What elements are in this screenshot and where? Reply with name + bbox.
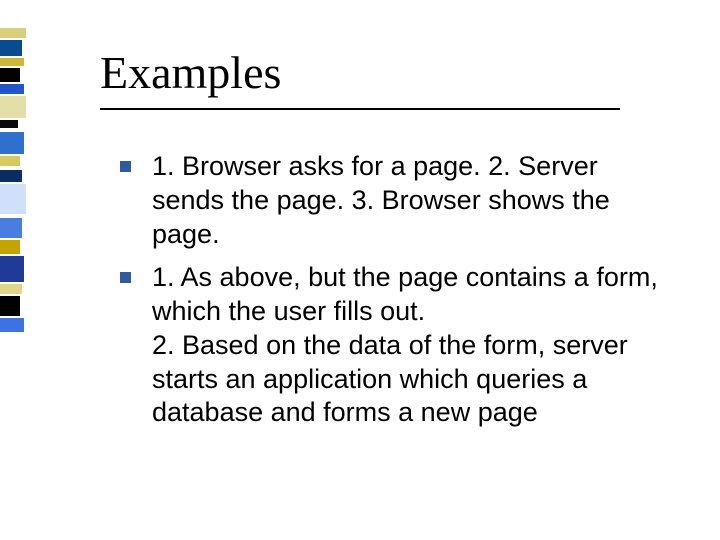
sidebar-block [0, 120, 18, 128]
title-underline [100, 108, 620, 110]
sidebar-block [0, 58, 24, 66]
square-bullet-icon [120, 161, 131, 172]
sidebar-block [0, 132, 24, 154]
list-item-text: 1. As above, but the page contains a for… [152, 262, 658, 427]
sidebar-block [0, 284, 22, 294]
sidebar-block [0, 240, 20, 254]
sidebar-block [0, 156, 20, 166]
sidebar-block [0, 40, 22, 56]
sidebar-block [0, 256, 24, 282]
list-item: 1. Browser asks for a page. 2. Server se… [120, 150, 660, 251]
sidebar-block [0, 96, 26, 118]
slide-title: Examples [100, 46, 281, 99]
sidebar-block [0, 296, 20, 316]
sidebar-block [0, 318, 24, 332]
sidebar-block [0, 28, 26, 38]
decorative-sidebar [0, 0, 30, 540]
slide: Examples 1. Browser asks for a page. 2. … [0, 0, 720, 540]
list-item-text: 1. Browser asks for a page. 2. Server se… [152, 151, 610, 249]
square-bullet-icon [120, 272, 131, 283]
sidebar-block [0, 184, 26, 214]
sidebar-block [0, 68, 20, 82]
slide-body: 1. Browser asks for a page. 2. Server se… [120, 150, 660, 440]
sidebar-block [0, 218, 22, 238]
sidebar-block [0, 84, 24, 94]
sidebar-block [0, 170, 22, 182]
list-item: 1. As above, but the page contains a for… [120, 261, 660, 430]
